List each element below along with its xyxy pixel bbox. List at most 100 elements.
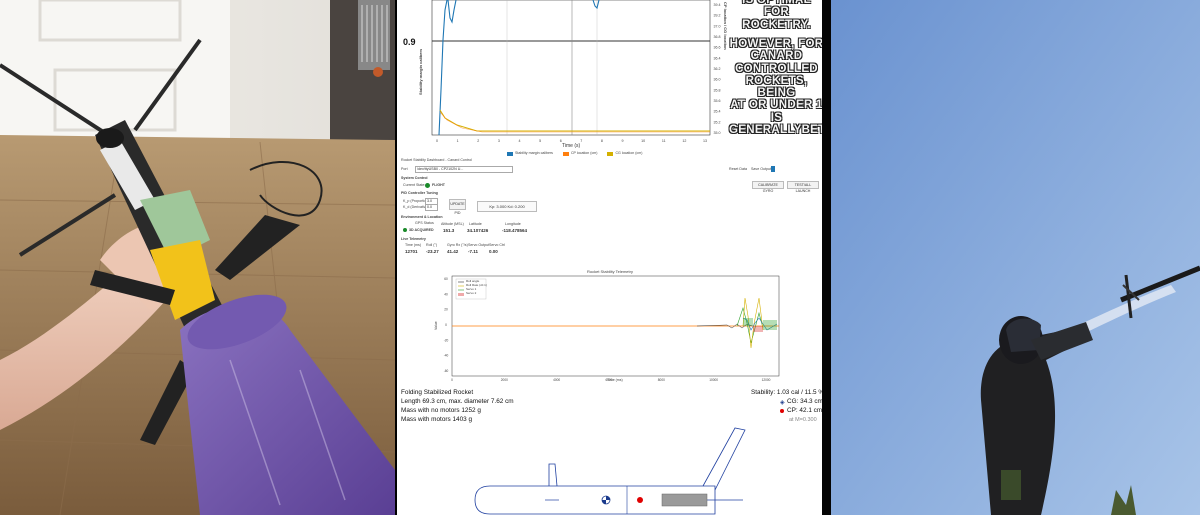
state-indicator-dot (425, 183, 430, 188)
telemetry-value: -7.11 (468, 249, 479, 254)
pid-heading: PID Controller Tuning (401, 191, 438, 195)
x-tick-label: 4 (518, 139, 520, 143)
telemetry-heading: Live Telemetry (401, 237, 426, 241)
telemetry-label: Roll (°) (426, 243, 438, 247)
telemetry-x-tick-label: 4000 (553, 378, 560, 382)
cp-symbol (637, 497, 643, 503)
rocket-cp: CP: 42.1 cm (787, 407, 822, 414)
telemetry-label: Servo Ctrl (489, 243, 505, 247)
rocket-dimensions: Length 69.3 cm, max. diameter 7.62 cm (401, 398, 514, 405)
telemetry-y-tick-label: 0 (445, 323, 447, 327)
port-select[interactable]: /dev/ttyUSB0 - CP2102N U... (415, 166, 513, 173)
current-state-value: FLIGHT (432, 183, 445, 187)
longitude-label: Longitude (505, 222, 521, 226)
right-tick-label: 36.8 (714, 35, 721, 39)
telemetry-label: Time (ms) (405, 243, 422, 247)
altitude-value: 151.3 (443, 228, 455, 233)
right-tick-label: 39.2 (714, 14, 721, 18)
gps-value: 3D ACQUIRED (409, 228, 434, 232)
telemetry-label: Gyro Rx (°/s) (447, 243, 468, 247)
altitude-label: Altitude (MSL) (441, 222, 464, 226)
x-tick-label: 5 (539, 139, 541, 143)
x-axis-label: Time (s) (562, 143, 581, 149)
telemetry-y-ticks: 60 40 20 0 -20 -40 -60 (444, 277, 449, 373)
latitude-value: 34.107426 (467, 228, 489, 233)
motor-block (661, 493, 708, 507)
pid-readout: Kp: 3.000 Kd: 0.200 (477, 201, 537, 212)
update-pid-button[interactable]: UPDATE PID (449, 199, 466, 215)
canard-fin (548, 463, 558, 487)
telemetry-values: 12701 -23.27 41.42 -7.11 0.00 (405, 249, 506, 255)
right-tick-label: 36.2 (714, 67, 721, 71)
telemetry-y-tick-label: 20 (444, 308, 448, 312)
photo-rocket-held (0, 0, 395, 515)
panel-divider (822, 0, 831, 515)
telemetry-y-label: Value (434, 321, 438, 330)
status-indicator (771, 166, 775, 172)
current-state-label: Current State: (403, 183, 426, 187)
gps-indicator-dot (403, 228, 407, 232)
latitude-label: Latitude (469, 222, 482, 226)
right-ticks: 39.4 39.2 37.0 36.8 36.6 36.4 36.2 36.0 35.8 35.6… (714, 3, 721, 135)
rocket-stability: Stability: 1.03 cal / 11.5 % (751, 389, 822, 396)
kd-input[interactable]: 0.0 (425, 204, 438, 211)
center-screen-recording: 0 1 2 3 4 5 6 7 8 9 10 11 12 13 39.4 39.2 37.0 36.8 36.6 3… (397, 0, 822, 515)
right-tick-label: 39.4 (714, 3, 721, 7)
legend-servo-2: Servo 2 (466, 291, 477, 295)
left-photo-rocket-in-hand (0, 0, 395, 515)
x-tick-label: 3 (498, 139, 500, 143)
right-photo-launch (831, 0, 1200, 515)
photo-launch-sky (831, 0, 1200, 515)
save-output-button[interactable]: Save Output (751, 167, 771, 172)
right-tick-label: 35.6 (714, 99, 721, 103)
right-axis-label: CP location / CG location (723, 2, 728, 50)
telemetry-x-tick-label: 0 (451, 378, 453, 382)
x-tick-label: 2 (477, 139, 479, 143)
right-tick-label: 35.8 (714, 88, 721, 92)
right-tick-label: 36.0 (714, 78, 721, 82)
x-tick-label: 12 (682, 139, 686, 143)
system-control-heading: System Control (401, 176, 428, 180)
cp-marker-icon (780, 409, 784, 413)
right-tick-label: 36.4 (714, 56, 721, 60)
telemetry-y-tick-label: -40 (444, 354, 449, 358)
tail-fin (702, 427, 746, 491)
rocket-mass-no-motors: Mass with no motors 1252 g (401, 407, 481, 414)
longitude-value: -118.478564 (502, 228, 528, 233)
gps-label: GPS Status (415, 221, 434, 225)
x-tick-label: 7 (580, 139, 582, 143)
x-tick-label: 9 (622, 139, 624, 143)
telemetry-x-tick-label: 8000 (658, 378, 665, 382)
x-tick-label: 10 (641, 139, 645, 143)
dashboard-title: Rocket Stability Dashboard - Canard Cont… (401, 158, 472, 162)
rocket-diagram (474, 427, 746, 515)
telemetry-y-tick-label: -60 (444, 369, 449, 373)
telemetry-x-tick-label: 12000 (762, 378, 771, 382)
right-tick-label: 35.2 (714, 120, 721, 124)
telemetry-y-tick-label: 40 (444, 292, 448, 296)
telemetry-value: 0.00 (489, 249, 498, 254)
left-axis-label: Stability margin calibers (418, 48, 423, 95)
x-tick-label: 11 (662, 139, 666, 143)
right-tick-label: 35.4 (714, 110, 721, 114)
dashboard-window: Rocket Stability Dashboard - Canard Cont… (397, 158, 822, 273)
caption-main: HOWEVER, FOR CANARD CONTROLLED ROCKETS, … (729, 38, 822, 137)
test-launch-button[interactable]: TEST/ALL LAUNCH (787, 181, 819, 193)
telemetry-x-label: Time (ms) (607, 378, 623, 382)
reference-value-label: 0.9 (403, 37, 416, 47)
x-tick-label: 8 (601, 139, 603, 143)
telemetry-y-tick-label: -20 (444, 338, 449, 342)
legend-item-cp: CP location (cm) (562, 152, 597, 156)
plot-frame (431, 0, 711, 136)
rocket-name: Folding Stabilized Rocket (401, 389, 474, 396)
x-tick-label: 0 (436, 139, 438, 143)
telemetry-value: -23.27 (426, 249, 439, 254)
telemetry-y-tick-label: 60 (444, 277, 448, 281)
reset-data-button[interactable]: Reset Data (729, 167, 747, 172)
calibrate-gyro-button[interactable]: CALIBRATE GYRO (752, 181, 784, 193)
telemetry-value: 12701 (405, 249, 418, 254)
top-legend: Stability margin calibers CP location (c… (507, 152, 642, 156)
telemetry-x-tick-label: 10000 (709, 378, 718, 382)
telemetry-value: 41.42 (447, 249, 459, 254)
rocket-cg: CG: 34.3 cm (787, 398, 822, 405)
